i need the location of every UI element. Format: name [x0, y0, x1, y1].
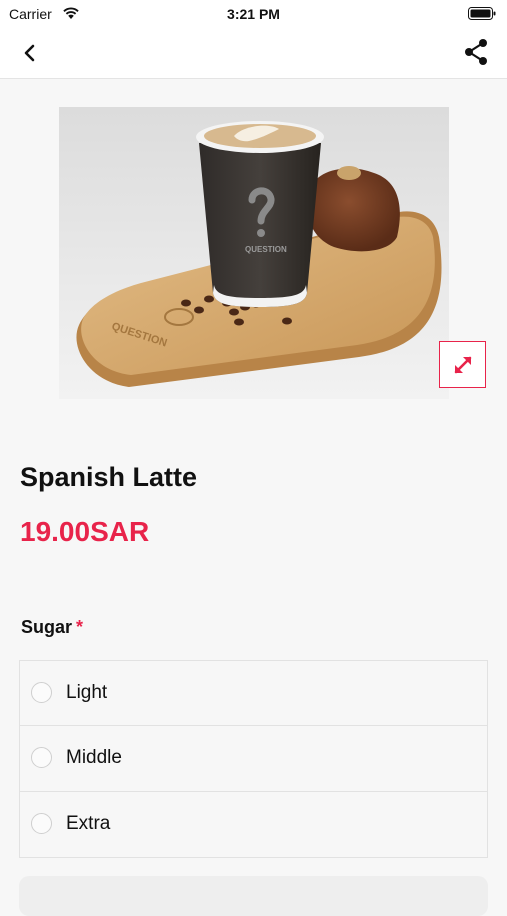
expand-diagonal-icon — [454, 356, 472, 374]
back-button[interactable] — [14, 38, 46, 68]
option-middle[interactable]: Middle — [19, 726, 488, 792]
required-marker: * — [76, 617, 84, 637]
radio-button[interactable] — [31, 747, 52, 768]
section-title-text: Sugar — [21, 617, 73, 637]
option-label: Light — [66, 682, 108, 703]
share-icon — [465, 39, 487, 65]
product-name: Spanish Latte — [20, 462, 198, 492]
sugar-section-title: Sugar * — [21, 617, 83, 638]
clock-label: 3:21 PM — [227, 6, 280, 22]
radio-button[interactable] — [31, 813, 52, 834]
status-bar: Carrier 3:21 PM — [0, 0, 507, 28]
chevron-left-icon — [24, 44, 35, 62]
product-image[interactable]: QUESTION QUESTION — [59, 107, 449, 399]
radio-button[interactable] — [31, 682, 52, 703]
option-light[interactable]: Light — [19, 660, 488, 726]
next-section-card — [19, 876, 488, 916]
cup-brand: QUESTION — [245, 245, 287, 254]
option-label: Middle — [66, 747, 122, 768]
option-label: Extra — [66, 813, 111, 834]
navigation-bar — [0, 28, 507, 79]
option-extra[interactable]: Extra — [19, 792, 488, 858]
sugar-options-list: Light Middle Extra — [19, 660, 488, 858]
expand-image-button[interactable] — [439, 341, 486, 388]
share-button[interactable] — [461, 36, 493, 68]
product-price: 19.00SAR — [20, 516, 150, 547]
battery-icon — [468, 7, 496, 25]
